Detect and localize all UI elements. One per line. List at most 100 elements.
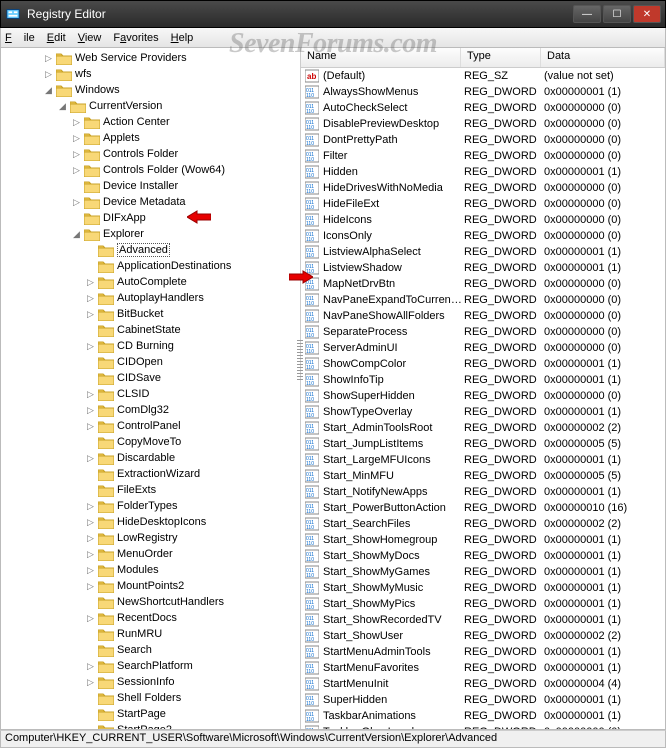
expand-icon[interactable]: ▷: [85, 389, 96, 400]
list-item[interactable]: 011110StartMenuAdminToolsREG_DWORD0x0000…: [301, 644, 665, 660]
tree-item[interactable]: ▷ControlPanel: [1, 418, 300, 434]
expand-icon[interactable]: ▷: [43, 53, 54, 64]
tree-item[interactable]: ▷Applets: [1, 130, 300, 146]
tree-item[interactable]: DIFxApp: [1, 210, 300, 226]
tree-item[interactable]: ◢CurrentVersion: [1, 98, 300, 114]
list-item[interactable]: 011110Start_PowerButtonActionREG_DWORD0x…: [301, 500, 665, 516]
expand-icon[interactable]: ▷: [85, 293, 96, 304]
tree-item[interactable]: CIDSave: [1, 370, 300, 386]
collapse-icon[interactable]: ◢: [43, 85, 54, 96]
expand-icon[interactable]: ▷: [43, 69, 54, 80]
list-item[interactable]: 011110ListviewShadowREG_DWORD0x00000001 …: [301, 260, 665, 276]
tree-item[interactable]: ▷SessionInfo: [1, 674, 300, 690]
list-item[interactable]: 011110DisablePreviewDesktopREG_DWORD0x00…: [301, 116, 665, 132]
list-item[interactable]: 011110DontPrettyPathREG_DWORD0x00000000 …: [301, 132, 665, 148]
tree-item[interactable]: ▷SearchPlatform: [1, 658, 300, 674]
tree-item[interactable]: ▷wfs: [1, 66, 300, 82]
tree-item[interactable]: ▷Action Center: [1, 114, 300, 130]
menu-file[interactable]: File: [5, 32, 35, 44]
list-item[interactable]: 011110HideFileExtREG_DWORD0x00000000 (0): [301, 196, 665, 212]
close-button[interactable]: ✕: [633, 5, 661, 23]
col-data[interactable]: Data: [541, 48, 665, 67]
expand-icon[interactable]: ▷: [85, 501, 96, 512]
list-item[interactable]: 011110Start_ShowMyMusicREG_DWORD0x000000…: [301, 580, 665, 596]
list-item[interactable]: 011110ShowTypeOverlayREG_DWORD0x00000001…: [301, 404, 665, 420]
list-item[interactable]: 011110StartMenuInitREG_DWORD0x00000004 (…: [301, 676, 665, 692]
tree-item[interactable]: FileExts: [1, 482, 300, 498]
menu-help[interactable]: Help: [171, 32, 194, 44]
tree-item[interactable]: ▷Modules: [1, 562, 300, 578]
tree-item[interactable]: RunMRU: [1, 626, 300, 642]
column-header[interactable]: Name Type Data: [301, 48, 665, 68]
col-type[interactable]: Type: [461, 48, 541, 67]
collapse-icon[interactable]: ◢: [71, 229, 82, 240]
list-item[interactable]: 011110HideIconsREG_DWORD0x00000000 (0): [301, 212, 665, 228]
list-item[interactable]: 011110ShowSuperHiddenREG_DWORD0x00000000…: [301, 388, 665, 404]
col-name[interactable]: Name: [301, 48, 461, 67]
tree-item[interactable]: ▷FolderTypes: [1, 498, 300, 514]
tree-item[interactable]: Device Installer: [1, 178, 300, 194]
list-item[interactable]: ab(Default)REG_SZ(value not set): [301, 68, 665, 84]
tree-item[interactable]: ▷BitBucket: [1, 306, 300, 322]
list-item[interactable]: 011110TaskbarAnimationsREG_DWORD0x000000…: [301, 708, 665, 724]
list-item[interactable]: 011110HideDrivesWithNoMediaREG_DWORD0x00…: [301, 180, 665, 196]
expand-icon[interactable]: ▷: [85, 565, 96, 576]
menu-view[interactable]: View: [78, 32, 102, 44]
tree-item[interactable]: ▷MountPoints2: [1, 578, 300, 594]
list-item[interactable]: 011110Start_NotifyNewAppsREG_DWORD0x0000…: [301, 484, 665, 500]
expand-icon[interactable]: ▷: [71, 165, 82, 176]
tree-item[interactable]: StartPage: [1, 706, 300, 722]
tree-item[interactable]: ▷AutoComplete: [1, 274, 300, 290]
tree-item[interactable]: Shell Folders: [1, 690, 300, 706]
expand-icon[interactable]: ▷: [85, 421, 96, 432]
tree-item[interactable]: ◢Explorer: [1, 226, 300, 242]
list-item[interactable]: 011110AutoCheckSelectREG_DWORD0x00000000…: [301, 100, 665, 116]
splitter-handle[interactable]: [297, 340, 303, 380]
tree-item[interactable]: ▷CLSID: [1, 386, 300, 402]
list-item[interactable]: 011110ShowInfoTipREG_DWORD0x00000001 (1): [301, 372, 665, 388]
expand-icon[interactable]: ▷: [85, 581, 96, 592]
menu-favorites[interactable]: Favorites: [113, 32, 158, 44]
tree-item[interactable]: ◢Windows: [1, 82, 300, 98]
list-item[interactable]: 011110Start_SearchFilesREG_DWORD0x000000…: [301, 516, 665, 532]
tree-item[interactable]: ▷Controls Folder (Wow64): [1, 162, 300, 178]
expand-icon[interactable]: ▷: [85, 517, 96, 528]
expand-icon[interactable]: ▷: [85, 453, 96, 464]
list-item[interactable]: 011110HiddenREG_DWORD0x00000001 (1): [301, 164, 665, 180]
list-item[interactable]: 011110TaskbarGlomLevelREG_DWORD0x0000000…: [301, 724, 665, 729]
maximize-button[interactable]: ☐: [603, 5, 631, 23]
expand-icon[interactable]: ▷: [71, 149, 82, 160]
tree-item[interactable]: CIDOpen: [1, 354, 300, 370]
registry-tree[interactable]: ▷Web Service Providers▷wfs◢Windows◢Curre…: [1, 48, 301, 729]
list-item[interactable]: 011110Start_AdminToolsRootREG_DWORD0x000…: [301, 420, 665, 436]
expand-icon[interactable]: ▷: [85, 405, 96, 416]
list-item[interactable]: 011110SuperHiddenREG_DWORD0x00000001 (1): [301, 692, 665, 708]
tree-item[interactable]: Advanced: [1, 242, 300, 258]
list-item[interactable]: 011110Start_ShowMyDocsREG_DWORD0x0000000…: [301, 548, 665, 564]
list-item[interactable]: 011110ListviewAlphaSelectREG_DWORD0x0000…: [301, 244, 665, 260]
list-item[interactable]: 011110AlwaysShowMenusREG_DWORD0x00000001…: [301, 84, 665, 100]
expand-icon[interactable]: ▷: [85, 533, 96, 544]
expand-icon[interactable]: ▷: [85, 277, 96, 288]
tree-item[interactable]: ▷LowRegistry: [1, 530, 300, 546]
list-item[interactable]: 011110Start_ShowMyGamesREG_DWORD0x000000…: [301, 564, 665, 580]
expand-icon[interactable]: ▷: [71, 117, 82, 128]
list-item[interactable]: 011110NavPaneShowAllFoldersREG_DWORD0x00…: [301, 308, 665, 324]
list-item[interactable]: 011110Start_MinMFUREG_DWORD0x00000005 (5…: [301, 468, 665, 484]
list-item[interactable]: 011110ServerAdminUIREG_DWORD0x00000000 (…: [301, 340, 665, 356]
tree-item[interactable]: CabinetState: [1, 322, 300, 338]
menu-edit[interactable]: Edit: [47, 32, 66, 44]
list-item[interactable]: 011110SeparateProcessREG_DWORD0x00000000…: [301, 324, 665, 340]
expand-icon[interactable]: ▷: [85, 661, 96, 672]
tree-item[interactable]: Search: [1, 642, 300, 658]
list-item[interactable]: 011110ShowCompColorREG_DWORD0x00000001 (…: [301, 356, 665, 372]
expand-icon[interactable]: ▷: [85, 677, 96, 688]
tree-item[interactable]: NewShortcutHandlers: [1, 594, 300, 610]
tree-item[interactable]: ▷MenuOrder: [1, 546, 300, 562]
expand-icon[interactable]: ▷: [71, 133, 82, 144]
list-item[interactable]: 011110NavPaneExpandToCurrentFolderREG_DW…: [301, 292, 665, 308]
list-item[interactable]: 011110Start_ShowHomegroupREG_DWORD0x0000…: [301, 532, 665, 548]
tree-item[interactable]: ▷Controls Folder: [1, 146, 300, 162]
tree-item[interactable]: ▷AutoplayHandlers: [1, 290, 300, 306]
list-item[interactable]: 011110IconsOnlyREG_DWORD0x00000000 (0): [301, 228, 665, 244]
